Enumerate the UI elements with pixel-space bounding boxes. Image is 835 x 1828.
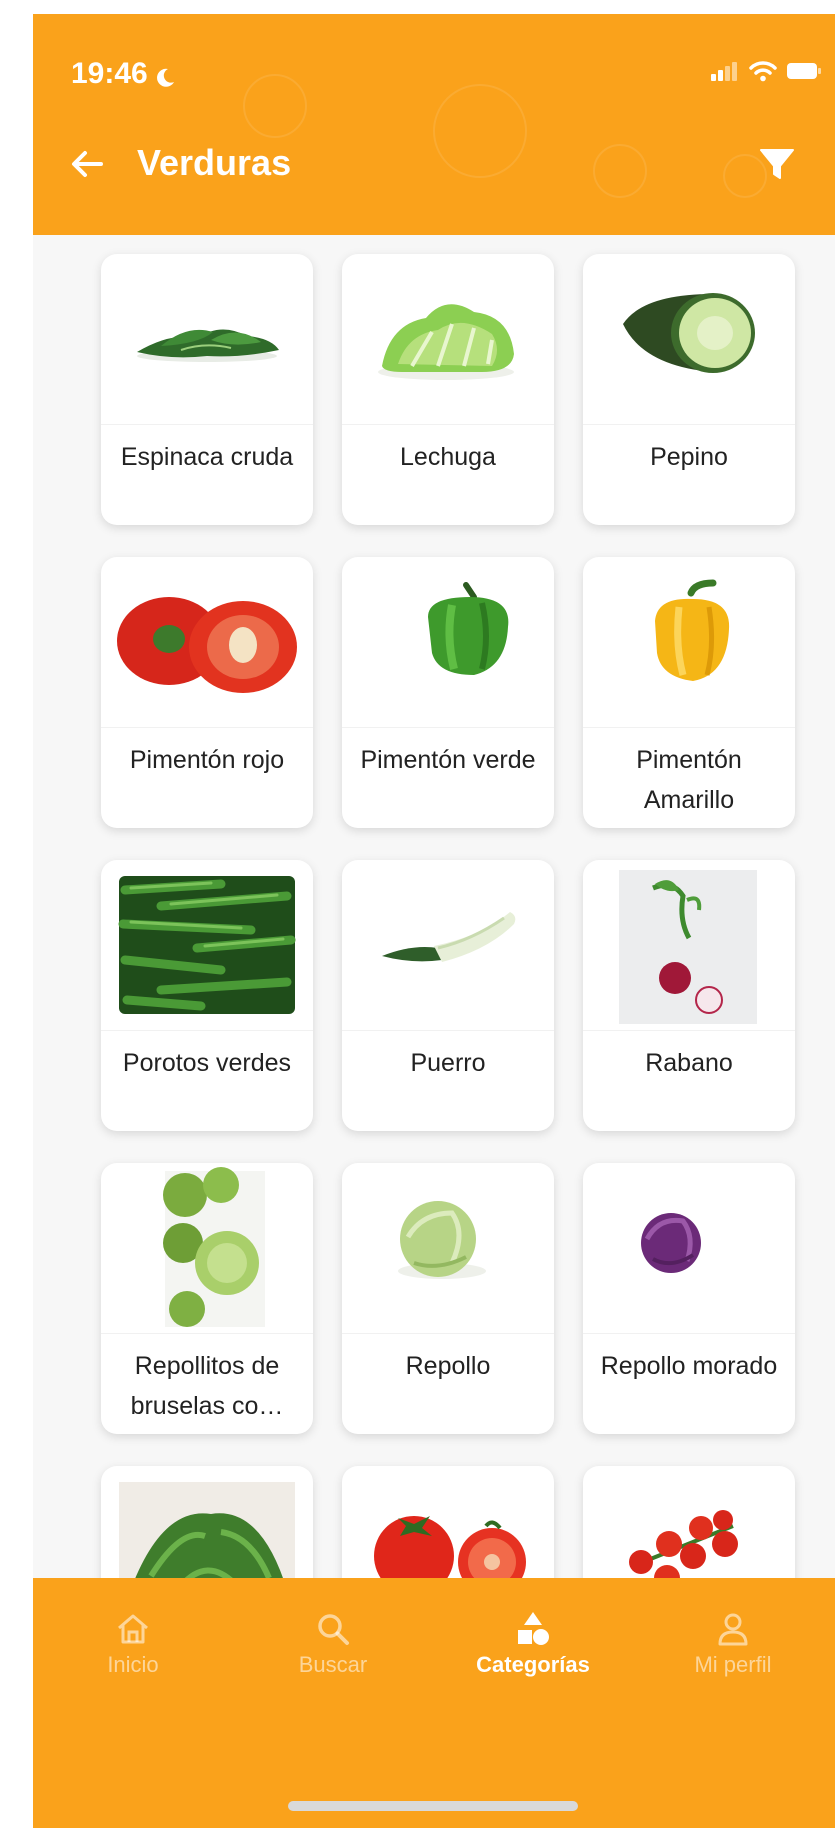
time-label: 19:46 [71, 57, 148, 90]
tab-label: Inicio [107, 1652, 159, 1677]
product-name: Porotos verdes [122, 1049, 292, 1077]
tab-buscar[interactable]: Buscar [233, 1592, 433, 1692]
navigation-bar: Verduras [33, 134, 835, 194]
card-divider [583, 727, 795, 728]
product-name: Repollitos de bruselas co… [130, 1352, 284, 1420]
product-card[interactable]: Pimentón Amarillo [583, 557, 795, 828]
product-name: Repollo morado [600, 1352, 778, 1380]
product-name: Espinaca cruda [120, 443, 294, 471]
product-card[interactable]: Pimentón verde [342, 557, 554, 828]
home-icon [118, 1614, 148, 1644]
product-card[interactable]: Pimentón rojo [101, 557, 313, 828]
brussels-sprouts-image [101, 1163, 313, 1333]
card-divider [101, 424, 313, 425]
product-name: Puerro [410, 1049, 486, 1077]
card-divider [583, 424, 795, 425]
bottom-tab-bar: Inicio Buscar Categorías Mi perfil [33, 1578, 835, 1828]
tab-inicio[interactable]: Inicio [33, 1592, 233, 1692]
product-card[interactable]: Repollitos de bruselas co… [101, 1163, 313, 1434]
profile-icon [718, 1613, 748, 1646]
product-name: Pimentón Amarillo [636, 746, 742, 814]
status-bar-time: 19:46 [71, 54, 176, 94]
status-bar-indicators [711, 60, 821, 86]
moon-icon [154, 63, 176, 87]
card-divider [101, 1333, 313, 1334]
product-card[interactable]: Puerro [342, 860, 554, 1131]
product-name: Rabano [645, 1049, 733, 1077]
product-card[interactable]: Rabano [583, 860, 795, 1131]
product-card[interactable]: Espinaca cruda [101, 254, 313, 525]
wifi-icon [749, 60, 777, 86]
back-arrow-icon[interactable] [67, 144, 107, 184]
signal-icon [711, 61, 739, 85]
leek-image [342, 860, 554, 1030]
radish-image [583, 860, 795, 1030]
product-card[interactable]: Porotos verdes [101, 860, 313, 1131]
cabbage-image [342, 1163, 554, 1333]
product-name: Pepino [650, 443, 728, 471]
product-name: Pimentón rojo [129, 746, 285, 774]
lettuce-image [342, 254, 554, 424]
card-divider [101, 1030, 313, 1031]
product-card[interactable]: Pepino [583, 254, 795, 525]
card-divider [583, 1333, 795, 1334]
yellow-pepper-image [583, 557, 795, 727]
home-indicator [288, 1801, 578, 1811]
card-divider [342, 1030, 554, 1031]
tab-label: Buscar [298, 1652, 368, 1677]
battery-icon [787, 61, 821, 85]
app-screen: 19:46 Verduras Espinaca cruda Lechuga Pe… [33, 14, 835, 1828]
tab-label: Mi perfil [694, 1652, 772, 1677]
product-name: Pimentón verde [360, 746, 536, 774]
search-icon [318, 1614, 349, 1645]
card-divider [342, 727, 554, 728]
product-card[interactable]: Repollo [342, 1163, 554, 1434]
tab-mi-perfil[interactable]: Mi perfil [633, 1592, 833, 1692]
product-card[interactable]: Lechuga [342, 254, 554, 525]
cucumber-image [583, 254, 795, 424]
green-pepper-image [342, 557, 554, 727]
filter-icon[interactable] [757, 144, 797, 184]
red-pepper-image [101, 557, 313, 727]
product-grid: Espinaca cruda Lechuga Pepino Pimentón r… [101, 254, 795, 1737]
product-name: Repollo [405, 1352, 491, 1380]
card-divider [342, 424, 554, 425]
page-title: Verduras [137, 142, 292, 183]
categories-icon [518, 1612, 549, 1645]
app-header: 19:46 Verduras [33, 14, 835, 235]
green-beans-image [101, 860, 313, 1030]
spinach-image [101, 254, 313, 424]
red-cabbage-image [583, 1163, 795, 1333]
tab-label: Categorías [476, 1652, 590, 1677]
card-divider [583, 1030, 795, 1031]
product-name: Lechuga [400, 443, 496, 471]
product-card[interactable]: Repollo morado [583, 1163, 795, 1434]
tab-categorias[interactable]: Categorías [433, 1592, 633, 1692]
card-divider [101, 727, 313, 728]
card-divider [342, 1333, 554, 1334]
